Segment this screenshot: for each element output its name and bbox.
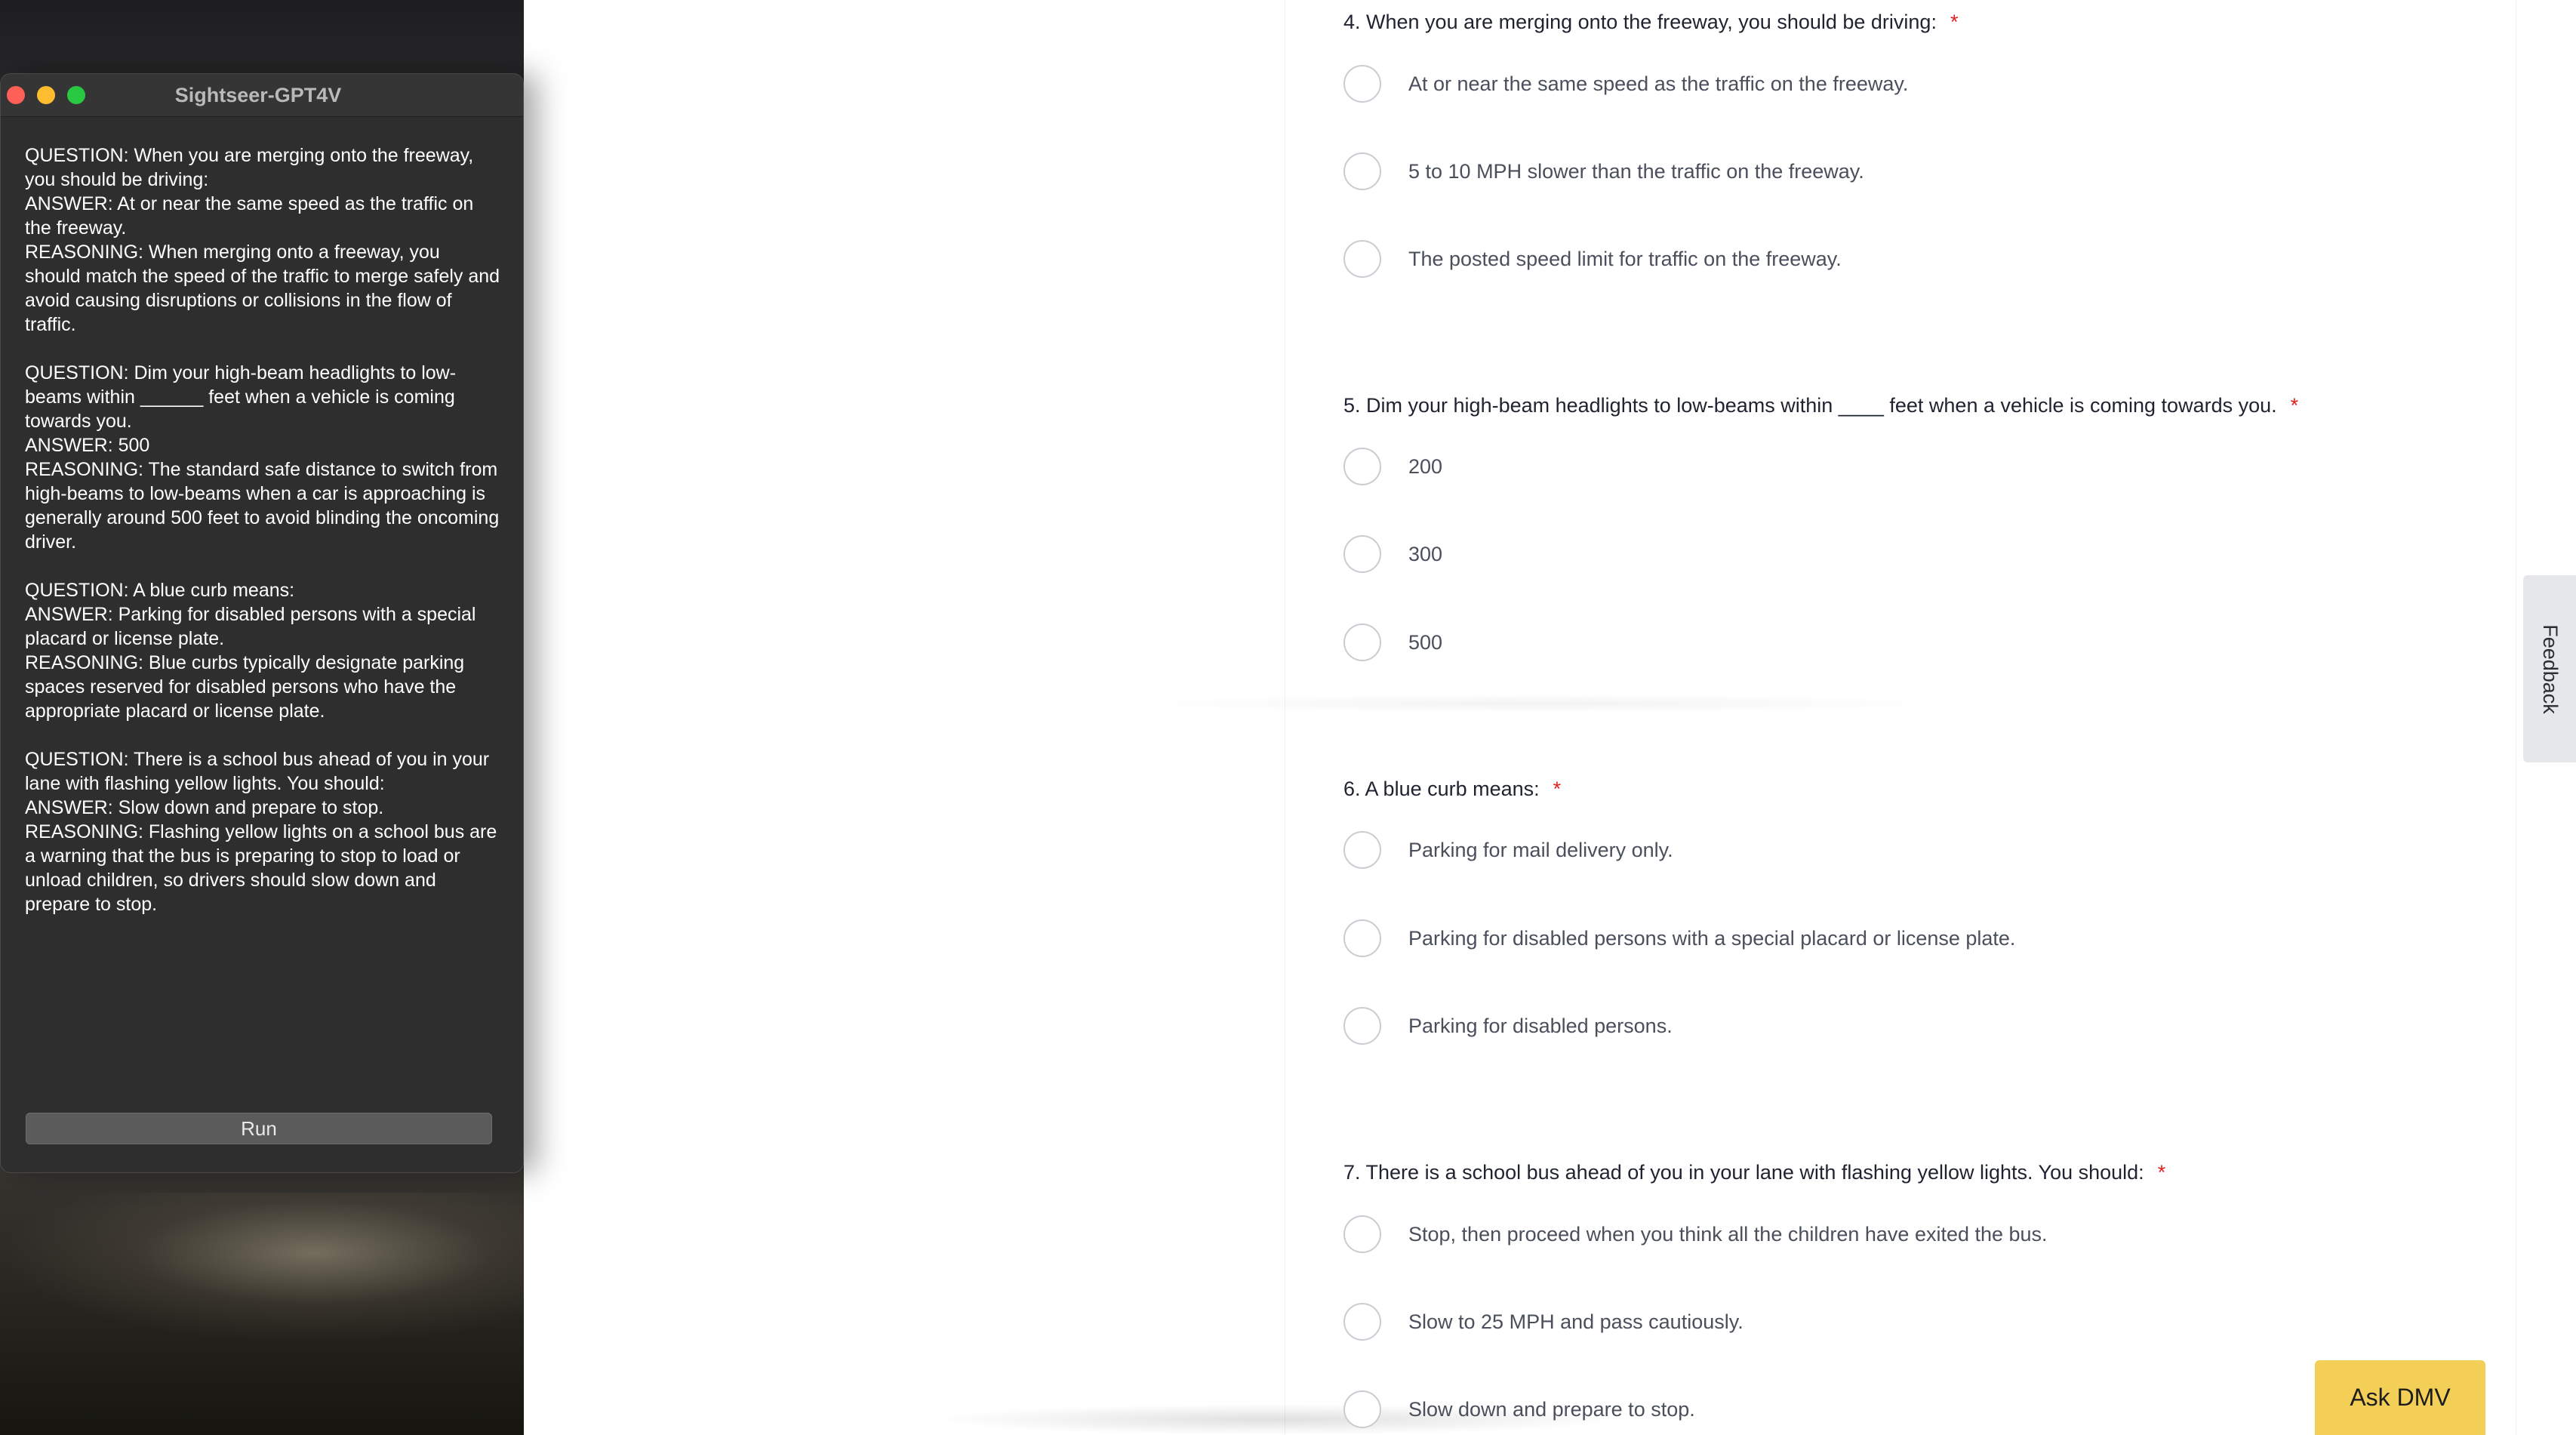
radio-button[interactable]: [1343, 1303, 1381, 1341]
radio-button[interactable]: [1343, 1390, 1381, 1428]
option-label: The posted speed limit for traffic on th…: [1408, 247, 1842, 270]
option-label: 200: [1408, 454, 1443, 478]
question-5-title: 5. Dim your high-beam headlights to low-…: [1343, 394, 2277, 417]
feedback-tab[interactable]: Feedback: [2523, 575, 2576, 762]
question-6-option-1[interactable]: Parking for mail delivery only.: [1343, 829, 1673, 871]
sightseer-window: Sightseer-GPT4V QUESTION: When you are m…: [0, 73, 524, 1173]
question-6: 6. A blue curb means: *: [1343, 776, 2476, 802]
run-button[interactable]: Run: [26, 1113, 492, 1144]
option-label: At or near the same speed as the traffic…: [1408, 72, 1909, 95]
option-label: Parking for disabled persons.: [1408, 1014, 1673, 1037]
question-6-option-2[interactable]: Parking for disabled persons with a spec…: [1343, 917, 2015, 959]
output-text: QUESTION: When you are merging onto the …: [25, 145, 500, 915]
ask-dmv-button[interactable]: Ask DMV: [2315, 1360, 2485, 1435]
question-7-title: 7. There is a school bus ahead of you in…: [1343, 1161, 2144, 1184]
option-label: Slow to 25 MPH and pass cautiously.: [1408, 1310, 1743, 1333]
question-7-option-1[interactable]: Stop, then proceed when you think all th…: [1343, 1213, 2048, 1255]
question-4-option-2[interactable]: 5 to 10 MPH slower than the traffic on t…: [1343, 150, 1864, 192]
option-label: Stop, then proceed when you think all th…: [1408, 1222, 2048, 1246]
radio-button[interactable]: [1343, 1215, 1381, 1253]
radio-button[interactable]: [1343, 240, 1381, 278]
question-4-title: 4. When you are merging onto the freeway…: [1343, 11, 1937, 33]
question-7: 7. There is a school bus ahead of you in…: [1343, 1159, 2476, 1185]
required-asterisk: *: [1950, 11, 1959, 33]
radio-button[interactable]: [1343, 624, 1381, 661]
question-4-option-3[interactable]: The posted speed limit for traffic on th…: [1343, 238, 1842, 280]
question-6-title: 6. A blue curb means:: [1343, 778, 1540, 800]
question-5: 5. Dim your high-beam headlights to low-…: [1343, 393, 2476, 418]
window-titlebar[interactable]: Sightseer-GPT4V: [1, 74, 523, 117]
desktop-wallpaper-highlight: [0, 1193, 524, 1344]
question-4: 4. When you are merging onto the freeway…: [1343, 9, 2476, 35]
option-label: 300: [1408, 542, 1443, 565]
question-7-option-3[interactable]: Slow down and prepare to stop.: [1343, 1388, 1695, 1430]
radio-button[interactable]: [1343, 152, 1381, 190]
radio-button[interactable]: [1343, 1007, 1381, 1045]
question-5-option-2[interactable]: 300: [1343, 533, 1442, 575]
feedback-label: Feedback: [2538, 624, 2562, 714]
question-5-option-1[interactable]: 200: [1343, 445, 1442, 488]
radio-button[interactable]: [1343, 535, 1381, 573]
radio-button[interactable]: [1343, 448, 1381, 485]
question-4-option-1[interactable]: At or near the same speed as the traffic…: [1343, 63, 1908, 105]
option-label: 5 to 10 MPH slower than the traffic on t…: [1408, 159, 1864, 183]
option-label: 500: [1408, 630, 1443, 654]
question-7-option-2[interactable]: Slow to 25 MPH and pass cautiously.: [1343, 1301, 1743, 1343]
option-label: Parking for mail delivery only.: [1408, 838, 1673, 861]
question-6-option-3[interactable]: Parking for disabled persons.: [1343, 1005, 1673, 1047]
required-asterisk: *: [2157, 1161, 2166, 1184]
radio-button[interactable]: [1343, 831, 1381, 869]
option-label: Slow down and prepare to stop.: [1408, 1397, 1695, 1421]
required-asterisk: *: [2290, 394, 2299, 417]
radio-button[interactable]: [1343, 919, 1381, 957]
option-label: Parking for disabled persons with a spec…: [1408, 926, 2016, 950]
radio-button[interactable]: [1343, 65, 1381, 103]
required-asterisk: *: [1553, 778, 1562, 800]
window-title: Sightseer-GPT4V: [174, 84, 342, 106]
divider-shadow: [1125, 694, 1955, 713]
question-5-option-3[interactable]: 500: [1343, 621, 1442, 664]
